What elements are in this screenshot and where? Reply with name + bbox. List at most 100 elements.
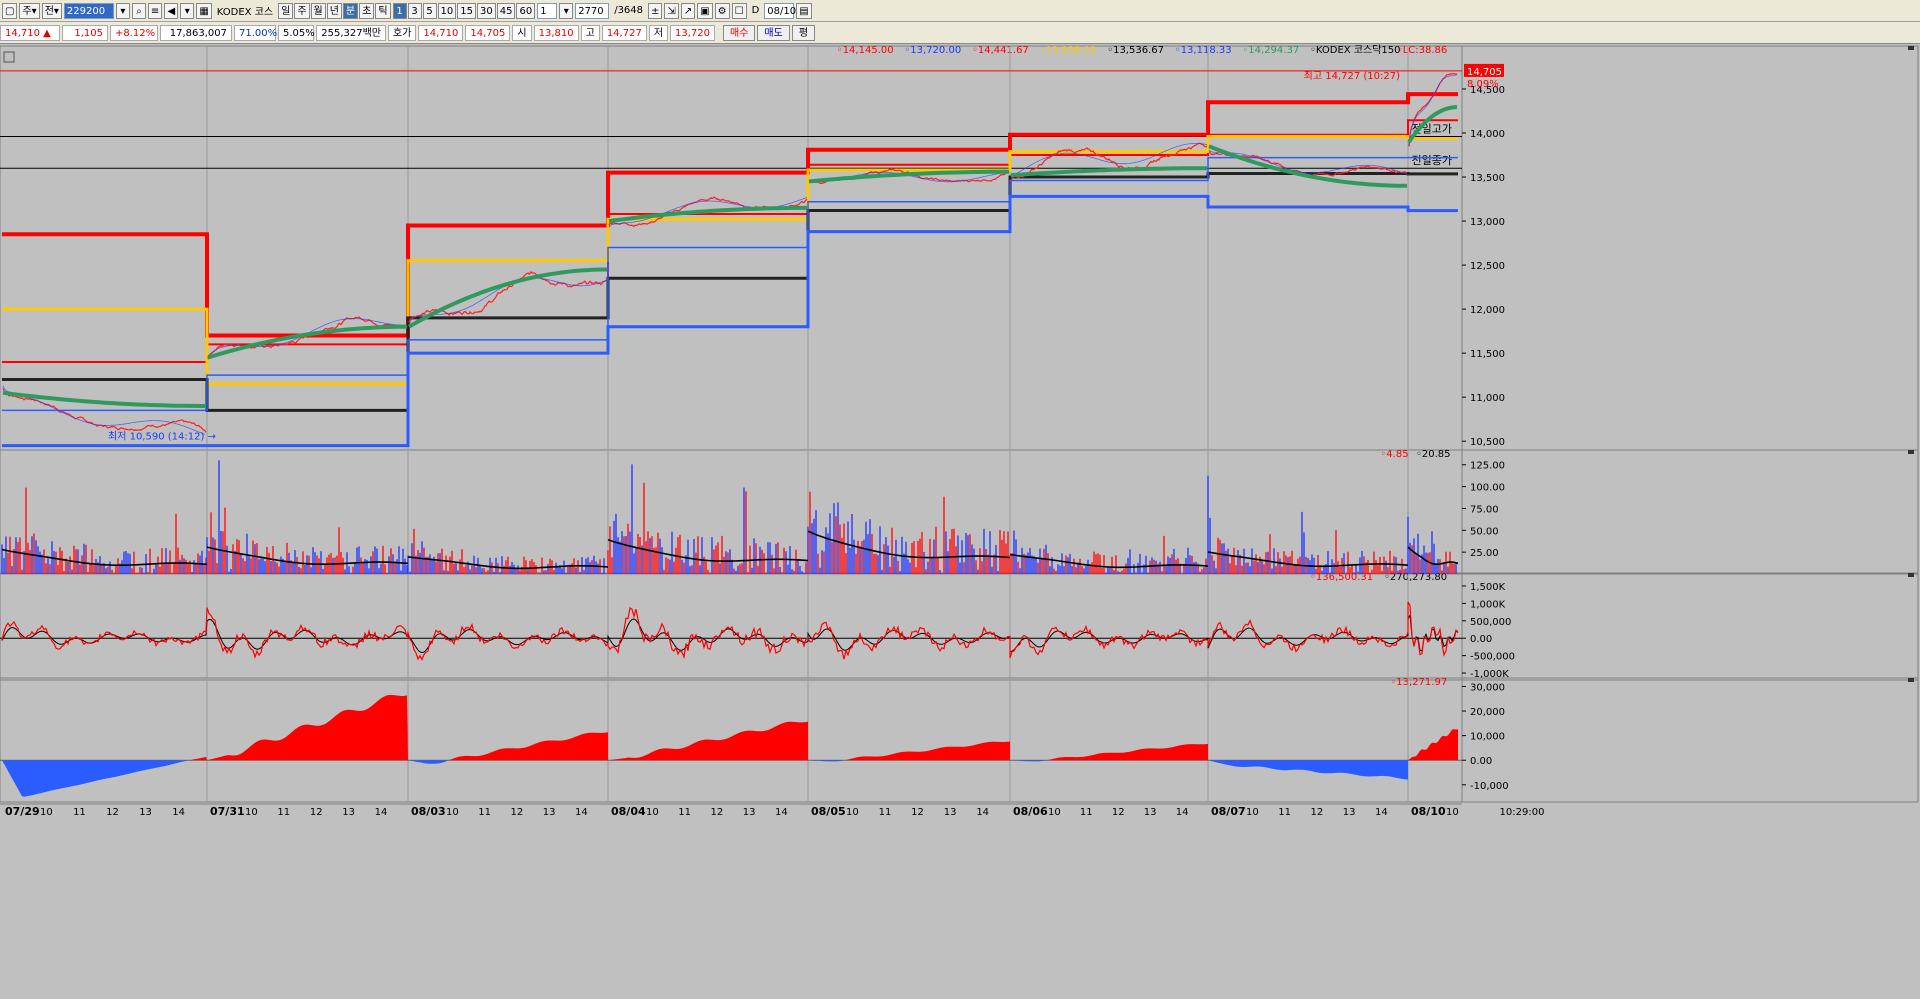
prev-icon[interactable]: ◀ [164, 2, 179, 19]
zoom-out-icon[interactable]: ⇲ [664, 2, 679, 19]
market-select[interactable]: 전▾ [41, 2, 62, 19]
vwap-line-day-1 [207, 324, 407, 360]
ytick-label-3-4: 30,000 [1470, 682, 1505, 693]
zoom-in-icon[interactable]: ± [648, 2, 663, 19]
pivot-line-s2 [2, 194, 1458, 448]
legend-0-7: ◦KODEX 코스닥150 [1310, 44, 1401, 56]
ytick-label-3-1: 0.00 [1470, 756, 1492, 767]
gear-icon[interactable]: ⚙ [714, 2, 730, 19]
period-button-6[interactable]: 틱 [375, 2, 391, 19]
legend-0-6: ◦14,294.37 [1242, 45, 1299, 56]
ask-cell: 14,710 [418, 24, 464, 41]
price-line-blue-day-6 [1208, 149, 1408, 175]
code-dropdown-icon[interactable]: ▾ [115, 2, 130, 19]
period-group: 일주월년분초틱 [278, 2, 391, 19]
cum-area-pos-day-3 [608, 721, 808, 761]
change-pct-cell: +8.12% [110, 24, 158, 41]
x-day-label-6: 08/07 [1211, 805, 1246, 818]
x-hour-label-2-2: 12 [511, 807, 524, 818]
interval-button-60[interactable]: 60 [516, 2, 536, 19]
interval-input[interactable]: 1 [537, 2, 558, 19]
x-hour-label-1-3: 13 [342, 807, 355, 818]
turnover-cell: 5.05% [278, 24, 315, 41]
x-hour-label-3-2: 12 [711, 807, 724, 818]
date-checkbox[interactable]: ☐ [731, 2, 747, 19]
period-button-1[interactable]: 주 [294, 2, 310, 19]
cum-area-pos-day-2 [408, 732, 608, 761]
x-hour-label-5-3: 13 [1144, 807, 1157, 818]
ytick-label-0-2: 11,500 [1470, 349, 1505, 360]
period-button-4[interactable]: 분 [342, 2, 359, 19]
osc-line [1, 601, 1459, 662]
next-icon[interactable]: ▾ [180, 2, 195, 19]
low-cell: 13,720 [670, 24, 716, 41]
x-hour-label-3-0: 10 [646, 807, 659, 818]
ytick-label-0-4: 12,500 [1470, 261, 1505, 272]
list-icon[interactable]: ≡ [147, 2, 163, 19]
x-day-label-0: 07/29 [5, 805, 40, 818]
interval-button-45[interactable]: 45 [496, 2, 516, 19]
interval-button-30[interactable]: 30 [477, 2, 496, 19]
cum-area-neg-day-6 [1208, 760, 1408, 780]
x-hour-label-0-1: 11 [73, 807, 86, 818]
x-hour-label-1-2: 12 [310, 807, 323, 818]
code-input[interactable]: 229200 [63, 2, 114, 19]
ytick-label-3-3: 20,000 [1470, 707, 1505, 718]
interval-button-10[interactable]: 10 [437, 2, 457, 19]
sell-button[interactable]: 매도 [757, 24, 790, 41]
ytick-label-0-7: 14,000 [1470, 129, 1505, 140]
x-hour-label-0-2: 12 [106, 807, 119, 818]
vwap-line-day-4 [808, 169, 1009, 184]
interval-button-1[interactable]: 1 [392, 2, 407, 19]
draw-icon[interactable]: ↗ [680, 2, 696, 19]
ytick-label-2-4: 1,000K [1470, 599, 1506, 610]
ytick-label-1-1: 50.00 [1470, 526, 1499, 537]
period-button-5[interactable]: 초 [359, 2, 375, 19]
x-day-label-2: 08/03 [411, 805, 446, 818]
legend-0-0: ◦14,145.00 [837, 45, 894, 56]
flat-button[interactable]: 평 [791, 24, 816, 41]
type-select[interactable]: 주▾ [19, 2, 40, 19]
interval-group: 1 3 5 10 15 30 45 60 [392, 2, 536, 19]
x-hour-label-0-3: 13 [139, 807, 152, 818]
open-cell: 13,810 [533, 24, 579, 41]
ytick-label-1-0: 25.00 [1470, 548, 1499, 559]
x-hour-label-1-4: 14 [375, 807, 388, 818]
amount-cell: 255,327백만 [316, 24, 386, 41]
chart-type-icon[interactable]: ▦ [196, 2, 212, 19]
save-icon[interactable]: ▣ [697, 2, 713, 19]
legend-0-3: ◦13,938.33 [1040, 45, 1097, 56]
chart-area[interactable]: 10,500 11,000 11,500 12,000 12,500 13,000 13,5… [0, 44, 1920, 999]
last-price-tag-label: 14,705 [1467, 67, 1502, 78]
period-button-0[interactable]: 일 [278, 2, 294, 19]
interval-button-5[interactable]: 5 [422, 2, 437, 19]
type-label: 주 [22, 5, 32, 17]
date-input[interactable]: 08/10 [764, 2, 796, 19]
interval-button-3[interactable]: 3 [407, 2, 422, 19]
legend-0-4: ◦13,536.67 [1107, 45, 1164, 56]
interval-dropdown-icon[interactable]: ▾ [559, 2, 574, 19]
window-icon[interactable]: ▢ [2, 2, 18, 19]
osc-signal-line [1, 613, 1459, 654]
period-button-3[interactable]: 년 [326, 2, 342, 19]
high-label: 고 [580, 24, 600, 41]
change-cell: 1,105 [62, 24, 108, 41]
x-hour-label-4-0: 10 [846, 807, 859, 818]
volume-cell: 17,863,007 [160, 24, 232, 41]
panel-menu-icon [3, 51, 15, 63]
x-hour-label-6-0: 10 [1246, 807, 1259, 818]
calendar-icon[interactable]: ▤ [796, 2, 812, 19]
legend-0-8: ◦LC:38.86 [1397, 45, 1447, 56]
cum-area-pos-day-1 [207, 694, 408, 761]
search-icon[interactable]: ⌕ [131, 2, 146, 19]
x-hour-label-6-2: 12 [1311, 807, 1324, 818]
interval-button-15[interactable]: 15 [457, 2, 476, 19]
x-hour-label-2-1: 11 [478, 807, 491, 818]
period-button-2[interactable]: 월 [310, 2, 326, 19]
buy-button[interactable]: 매수 [723, 24, 756, 41]
ytick-label-3-0: -10,000 [1470, 781, 1509, 792]
ytick-label-2-5: 1,500K [1470, 582, 1506, 593]
ytick-label-1-2: 75.00 [1470, 504, 1499, 515]
cum-area-neg-day-2 [408, 760, 608, 764]
count-input[interactable]: 2770 [575, 2, 610, 19]
